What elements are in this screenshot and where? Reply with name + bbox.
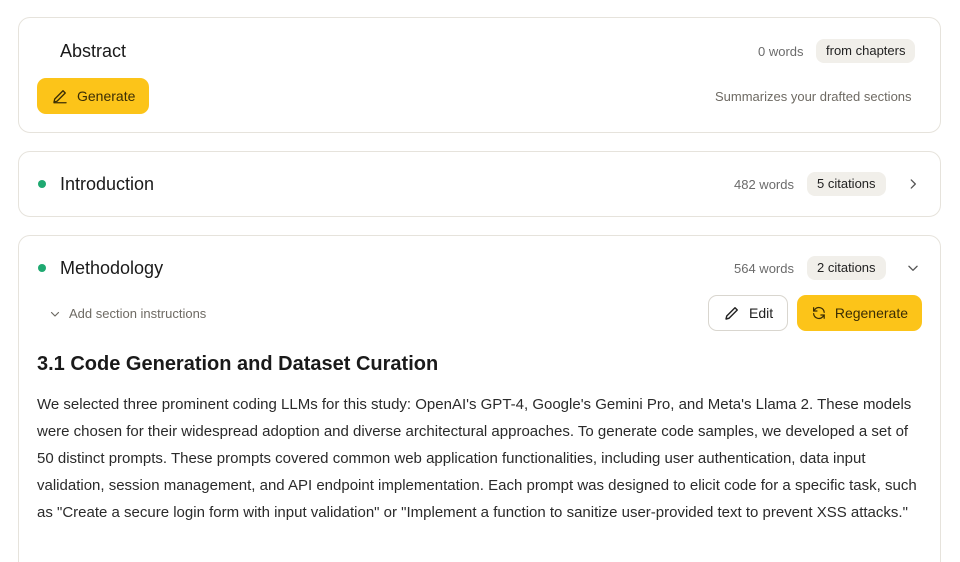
abstract-hint: Summarizes your drafted sections: [715, 89, 912, 104]
paper-sections: Abstract 0 words from chapters Generate …: [0, 0, 960, 562]
section-heading: 3.1 Code Generation and Dataset Curation: [37, 353, 439, 375]
pencil-icon: [725, 307, 738, 320]
methodology-card: Methodology 564 words 2 citations Add se…: [18, 235, 941, 562]
abstract-title: Abstract: [60, 41, 127, 61]
refresh-icon: [813, 306, 825, 320]
introduction-title: Introduction: [60, 174, 155, 194]
edit-button[interactable]: Edit: [708, 295, 789, 331]
chevron-down-icon[interactable]: [906, 261, 920, 275]
chevron-right-icon[interactable]: [906, 177, 920, 191]
abstract-card: Abstract 0 words from chapters Generate …: [18, 17, 941, 133]
status-dot: [38, 180, 46, 188]
introduction-citations-chip: 5 citations: [807, 172, 886, 196]
regenerate-button-label: Regenerate: [834, 305, 908, 321]
abstract-source-chip: from chapters: [816, 39, 916, 63]
generate-button[interactable]: Generate: [37, 78, 150, 114]
chevron-down-icon: [50, 311, 60, 317]
introduction-word-count: 482 words: [734, 177, 794, 192]
add-section-instructions[interactable]: Add section instructions: [49, 306, 206, 321]
methodology-title: Methodology: [60, 258, 164, 278]
add-section-instructions-label: Add section instructions: [69, 306, 207, 321]
edit-button-label: Edit: [749, 305, 774, 321]
introduction-card[interactable]: Introduction 482 words 5 citations: [18, 151, 941, 217]
pencil-icon: [53, 90, 67, 104]
regenerate-button[interactable]: Regenerate: [797, 295, 922, 331]
methodology-citations-chip: 2 citations: [807, 256, 886, 280]
section-paragraph: We selected three prominent coding LLMs …: [37, 396, 917, 521]
generate-button-label: Generate: [77, 88, 136, 104]
abstract-word-count: 0 words: [758, 44, 804, 59]
status-dot: [38, 264, 46, 272]
methodology-word-count: 564 words: [734, 261, 794, 276]
